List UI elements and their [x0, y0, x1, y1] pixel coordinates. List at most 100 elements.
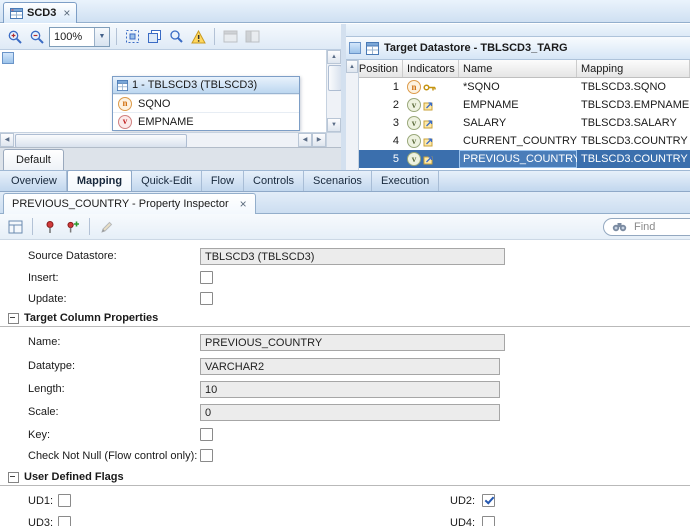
node-column-sqno[interactable]: n SQNO — [113, 94, 299, 112]
column-header-name[interactable]: Name — [459, 60, 577, 77]
pin-button[interactable] — [40, 217, 59, 236]
zoom-value: 100% — [54, 30, 83, 43]
scroll-down-icon[interactable]: ▼ — [327, 118, 341, 132]
scroll-left-icon[interactable]: ◀ — [0, 133, 14, 147]
section-title: User Defined Flags — [24, 471, 124, 483]
node-header[interactable]: 1 - TBLSCD3 (TBLSCD3) — [113, 77, 299, 94]
form-row-name: Name: — [0, 334, 690, 352]
indicator-v-icon: v — [407, 152, 421, 166]
check-not-null-checkbox[interactable] — [200, 449, 213, 462]
datastore-table-region: ▲ Position Indicators Name Mapping 1 n *SQNO T… — [346, 60, 690, 170]
chevron-down-icon[interactable]: ▼ — [94, 27, 109, 46]
close-icon[interactable]: × — [63, 7, 70, 19]
collapse-icon[interactable] — [8, 471, 19, 483]
datastore-header-row: Position Indicators Name Mapping — [359, 60, 690, 78]
odi-window: SCD3 × 100% ▼ 1 - TBLSCD3 (TBLSCD3) n SQ… — [0, 0, 690, 526]
datastore-row-current_country[interactable]: 4 v CURRENT_COUNTRY TBLSCD3.COUNTRY — [359, 132, 690, 150]
layout-grid-button[interactable] — [6, 217, 25, 236]
diagram-tab-default[interactable]: Default — [3, 149, 64, 170]
key-checkbox[interactable] — [200, 428, 213, 441]
node-columns: n SQNO v EMPNAME — [113, 94, 299, 130]
datastore-row-previous_country[interactable]: 5 v PREVIOUS_COUNTRY TBLSCD3.COUNTRY — [359, 150, 690, 168]
column-header-indicators[interactable]: Indicators — [403, 60, 459, 77]
tab-controls[interactable]: Controls — [244, 171, 305, 191]
document-tab-scd3[interactable]: SCD3 × — [3, 2, 78, 23]
pin-new-button[interactable] — [63, 217, 82, 236]
length-field[interactable] — [200, 381, 500, 398]
vertical-scrollbar[interactable]: ▲ — [346, 60, 359, 170]
diagram-canvas[interactable]: 1 - TBLSCD3 (TBLSCD3) n SQNO v EMPNAME ▲ ▼ … — [0, 50, 341, 147]
inspector-tab-bar: PREVIOUS_COUNTRY - Property Inspector × — [0, 192, 690, 214]
panel-marker-icon[interactable] — [349, 42, 361, 54]
column-header-mapping[interactable]: Mapping — [577, 60, 690, 77]
collapse-icon[interactable] — [8, 312, 19, 324]
ud3-label: UD3: — [28, 517, 54, 526]
ud2-checkbox[interactable] — [482, 494, 495, 507]
close-icon[interactable]: × — [240, 198, 247, 210]
tab-flow[interactable]: Flow — [202, 171, 245, 191]
node-title: 1 - TBLSCD3 (TBLSCD3) — [132, 79, 258, 91]
form-row-update: Update: — [0, 291, 690, 309]
property-inspector-tab[interactable]: PREVIOUS_COUNTRY - Property Inspector × — [3, 193, 256, 214]
cell-name: CURRENT_COUNTRY — [463, 135, 577, 147]
scroll-right-icon[interactable]: ▶ — [312, 133, 326, 147]
scrollbar-thumb[interactable] — [328, 65, 341, 91]
tab-quick-edit[interactable]: Quick-Edit — [132, 171, 202, 191]
canvas-marker-icon[interactable] — [2, 52, 14, 64]
ud4-checkbox[interactable] — [482, 516, 495, 526]
window-layout-alt-button[interactable] — [243, 27, 262, 46]
zoom-level-select[interactable]: 100% ▼ — [49, 26, 110, 47]
cell-indicators: v — [403, 132, 459, 150]
column-header-position[interactable]: Position — [359, 60, 403, 77]
cell-indicators: v — [403, 150, 459, 168]
datastore-row-empname[interactable]: 2 v EMPNAME TBLSCD3.EMPNAME — [359, 96, 690, 114]
datastore-row-salary[interactable]: 3 v SALARY TBLSCD3.SALARY — [359, 114, 690, 132]
cell-position: 5 — [392, 153, 399, 165]
scroll-left-icon[interactable]: ◀ — [298, 133, 312, 147]
datastore-node-tblscd3[interactable]: 1 - TBLSCD3 (TBLSCD3) n SQNO v EMPNAME — [112, 76, 300, 131]
form-row-key: Key: — [0, 427, 690, 445]
scroll-up-icon[interactable]: ▲ — [327, 50, 341, 64]
ud3-checkbox[interactable] — [58, 516, 71, 526]
insert-checkbox[interactable] — [200, 271, 213, 284]
tab-mapping[interactable]: Mapping — [66, 170, 133, 191]
search-button[interactable] — [167, 27, 186, 46]
form-row-insert: Insert: — [0, 270, 690, 288]
update-label: Update: — [28, 293, 67, 305]
scroll-up-icon[interactable]: ▲ — [346, 60, 358, 73]
copy-layers-button[interactable] — [145, 27, 164, 46]
horizontal-scrollbar[interactable]: ◀ ◀ ▶ — [0, 132, 326, 147]
name-field[interactable] — [200, 334, 505, 351]
target-datastore-panel: Target Datastore - TBLSCD3_TARG ▲ Positi… — [346, 24, 690, 170]
indicator-v-icon: v — [407, 134, 421, 148]
node-column-empname[interactable]: v EMPNAME — [113, 112, 299, 130]
zoom-in-button[interactable] — [5, 27, 24, 46]
toolbar-separator — [214, 28, 215, 45]
window-layout-button[interactable] — [221, 27, 240, 46]
tab-scenarios[interactable]: Scenarios — [304, 171, 372, 191]
find-box[interactable] — [603, 217, 690, 236]
source-datastore-field[interactable] — [200, 248, 505, 265]
form-row-ud3-ud4: UD3: UD4: — [0, 515, 690, 526]
validate-warning-button[interactable] — [189, 27, 208, 46]
datatype-field[interactable] — [200, 358, 500, 375]
datatype-label: Datatype: — [28, 360, 76, 372]
form-row-scale: Scale: — [0, 404, 690, 422]
vertical-scrollbar[interactable]: ▲ ▼ — [326, 50, 341, 132]
datastore-row-sqno[interactable]: 1 n *SQNO TBLSCD3.SQNO — [359, 78, 690, 96]
execute-target-icon — [423, 101, 433, 110]
ud1-checkbox[interactable] — [58, 494, 71, 507]
edit-pencil-button[interactable] — [97, 217, 116, 236]
tab-overview[interactable]: Overview — [2, 171, 67, 191]
fit-selection-button[interactable] — [123, 27, 142, 46]
cell-position: 1 — [392, 81, 399, 93]
main-tab-strip: Overview Mapping Quick-Edit Flow Controls Sce… — [0, 170, 690, 192]
update-checkbox[interactable] — [200, 292, 213, 305]
tab-execution[interactable]: Execution — [372, 171, 440, 191]
indicator-v-icon: v — [118, 114, 132, 129]
zoom-out-button[interactable] — [27, 27, 46, 46]
cell-name: EMPNAME — [463, 99, 519, 111]
scale-field[interactable] — [200, 404, 500, 421]
find-input[interactable] — [632, 219, 682, 234]
scrollbar-thumb[interactable] — [15, 134, 187, 147]
